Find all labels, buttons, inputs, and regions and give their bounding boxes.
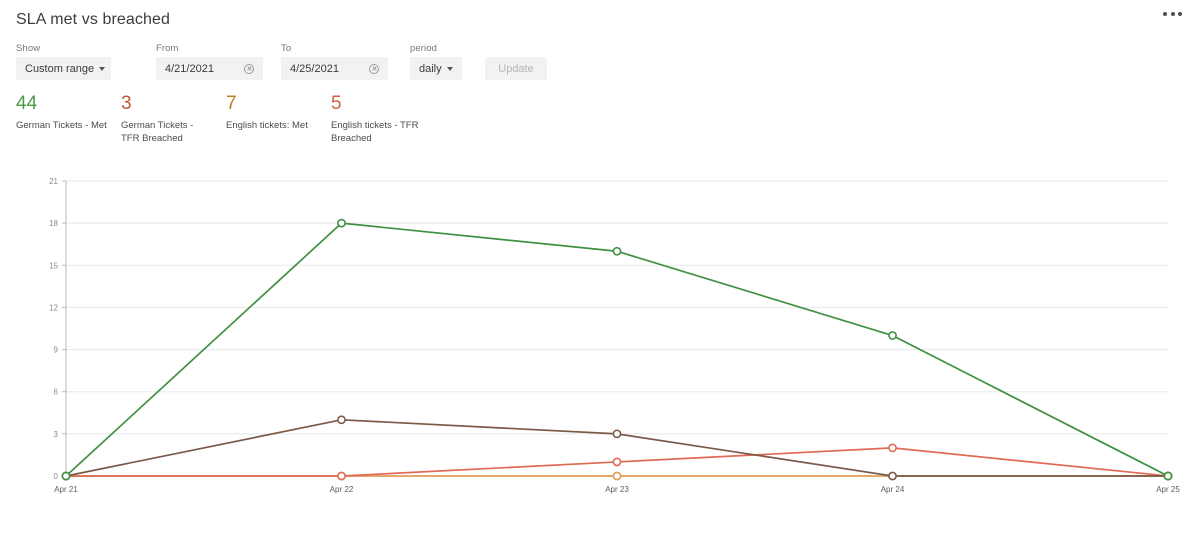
data-point-marker[interactable] [337,218,346,228]
to-field: To 4/25/2021 [281,43,388,80]
x-axis-tick-label: Apr 21 [54,485,78,494]
kpi-label: English tickets - TFR Breached [331,120,419,144]
kpi-tile: 44 German Tickets - Met [16,92,121,145]
clear-circle-icon[interactable] [244,63,254,74]
period-select-value: daily [419,62,442,75]
data-point-marker[interactable] [337,415,346,425]
period-field: period daily [410,43,462,80]
data-point-marker[interactable] [612,471,622,481]
kpi-label: German Tickets - Met [16,120,107,131]
kpi-label: German Tickets - TFR Breached [121,120,194,144]
chart-canvas: 0 3 6 9 12 15 18 21 Apr 21 Apr 22 Apr 23 Apr 24 Apr … [49,177,1180,494]
data-point-marker[interactable] [888,443,897,453]
kpi-row: 44 German Tickets - Met 3 German Tickets… [0,80,1200,145]
kpi-value: 44 [16,93,38,114]
period-label: period [410,43,438,54]
kebab-dot [1163,12,1167,16]
from-field: From 4/21/2021 [156,43,263,80]
x-axis-tick-label: Apr 24 [881,485,905,494]
to-label: To [281,43,292,54]
y-axis-tick-label: 9 [54,346,59,355]
kebab-menu-icon[interactable] [1159,6,1186,22]
data-point-marker[interactable] [61,471,71,481]
show-select[interactable]: Custom range [16,57,111,80]
kebab-dot [1170,12,1175,16]
data-point-marker[interactable] [337,471,346,481]
y-axis-tick-label: 6 [54,388,59,397]
y-axis-tick-label: 15 [49,261,58,270]
page-header: SLA met vs breached [0,0,1200,34]
kpi-value: 3 [121,93,132,114]
from-date-value: 4/21/2021 [165,62,214,75]
y-axis-tick-label: 21 [49,177,58,186]
x-axis-tick-label: Apr 25 [1156,485,1180,494]
to-date-input[interactable]: 4/25/2021 [281,57,388,80]
update-button[interactable]: Update [485,57,547,80]
kpi-tile: 5 English tickets - TFR Breached [331,92,436,145]
data-point-marker[interactable] [612,457,622,467]
kpi-tile: 3 German Tickets - TFR Breached [121,92,226,145]
y-axis-tick-label: 3 [54,430,59,439]
period-select[interactable]: daily [410,57,462,80]
to-date-value: 4/25/2021 [290,62,339,75]
y-axis-tick-label: 0 [54,472,59,481]
filter-bar: Show Custom range From 4/21/2021 To 4/25… [0,34,1200,80]
from-date-input[interactable]: 4/21/2021 [156,57,263,80]
y-axis-tick-label: 12 [49,303,58,312]
clear-circle-icon[interactable] [369,63,379,74]
data-point-marker[interactable] [888,331,897,340]
from-label: From [156,43,179,54]
kpi-label: English tickets: Met [226,120,308,131]
x-axis-tick-label: Apr 22 [330,485,354,494]
y-axis-tick-label: 18 [49,219,58,228]
series-line [65,418,1169,477]
show-field: Show Custom range [16,43,111,80]
line-chart: 0 3 6 9 12 15 18 21 Apr 21 Apr 22 Apr 23 Apr 24 Apr … [0,171,1200,501]
chevron-down-icon [99,66,106,71]
kpi-tile: 7 English tickets: Met [226,92,331,145]
data-point-marker[interactable] [888,471,897,481]
kpi-value: 7 [226,93,237,114]
chevron-down-icon [447,66,453,71]
x-axis-tick-label: Apr 23 [605,485,629,494]
show-label: Show [16,43,41,54]
data-point-marker[interactable] [612,429,622,439]
kpi-value: 5 [331,93,342,114]
data-point-marker[interactable] [1163,471,1173,481]
kebab-dot [1178,12,1182,16]
page-title: SLA met vs breached [16,11,170,28]
show-select-value: Custom range [25,62,95,75]
data-point-marker[interactable] [612,246,622,256]
